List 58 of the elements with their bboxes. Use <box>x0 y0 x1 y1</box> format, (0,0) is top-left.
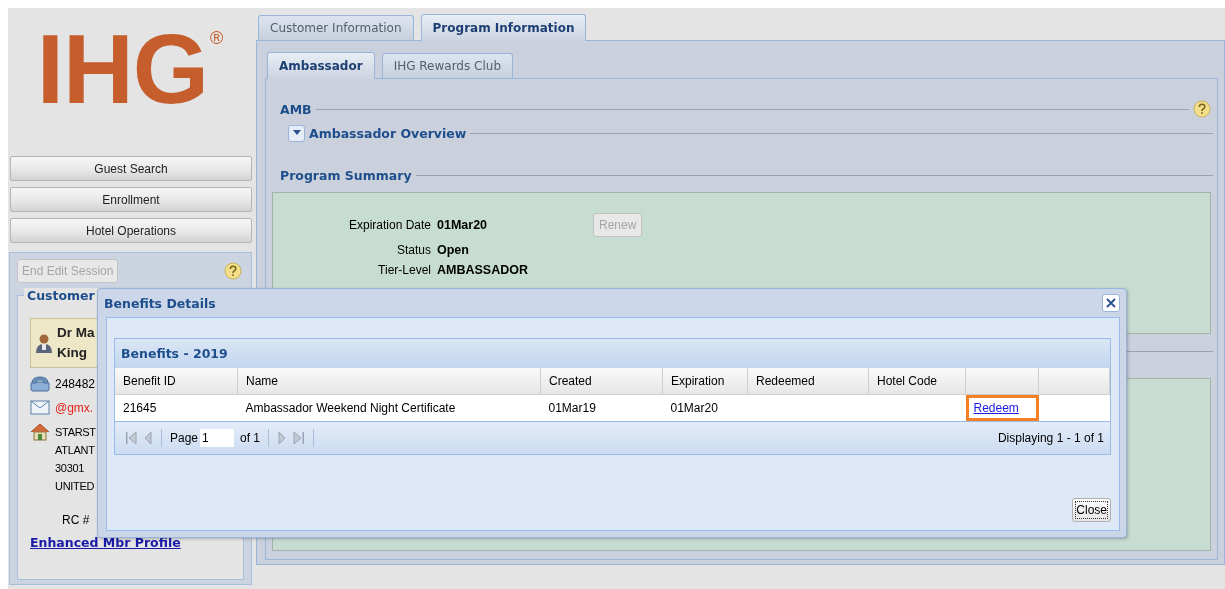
address-line: ATLANT <box>55 443 96 458</box>
close-button[interactable]: Close <box>1072 498 1111 522</box>
person-icon <box>35 333 53 353</box>
redeem-link[interactable]: Redeem <box>973 401 1019 415</box>
tab[interactable]: Program Information <box>420 14 587 41</box>
column-header[interactable]: Benefit ID <box>115 368 238 395</box>
field-value: AMBASSADOR <box>437 263 529 277</box>
section-title: Ambassador Overview <box>309 125 467 141</box>
field-value: Open <box>437 243 470 257</box>
table-cell: 21645 <box>115 394 238 421</box>
field-label: Status <box>395 243 431 257</box>
close-button[interactable] <box>1102 294 1120 312</box>
column-header[interactable]: Created <box>540 368 663 395</box>
nav-button[interactable]: Enrollment <box>10 187 252 212</box>
down-caret-icon <box>292 130 301 136</box>
envelope-icon <box>30 400 50 415</box>
close-icon <box>1106 298 1116 308</box>
logo: IHG <box>36 20 208 118</box>
phone-number: 248482 <box>55 377 96 391</box>
page-count: of 1 <box>240 431 261 445</box>
address-line: 30301 <box>55 461 86 476</box>
page-label: Page <box>170 431 199 445</box>
profile-link[interactable]: Enhanced Mbr Profile <box>30 535 181 550</box>
column-header <box>1038 368 1110 395</box>
tab[interactable]: Customer Information <box>258 15 414 40</box>
email-address: @gmx. <box>55 400 94 415</box>
nav-button[interactable]: Hotel Operations <box>10 218 252 243</box>
column-header[interactable]: Hotel Code <box>868 368 966 395</box>
house-icon <box>30 423 50 441</box>
table-cell: 01Mar20 <box>662 394 748 421</box>
collapse-toggle[interactable] <box>288 124 305 142</box>
sub-tab[interactable]: IHG Rewards Club <box>381 53 513 78</box>
table-cell: Ambassador Weekend Night Certificate <box>237 394 541 421</box>
column-header[interactable]: Name <box>237 368 541 395</box>
field-label: Expiration Date <box>347 218 431 232</box>
rc-label: RC # <box>62 513 91 527</box>
field-label: Tier-Level <box>377 263 431 277</box>
section-title: AMB <box>279 101 312 117</box>
help-icon[interactable] <box>1193 100 1211 118</box>
customer-name: King <box>57 344 88 362</box>
column-header[interactable]: Expiration <box>662 368 748 395</box>
dialog-title: Benefits Details <box>104 295 216 311</box>
page-input[interactable]: 1 <box>200 429 235 447</box>
address-line: UNITED <box>55 479 96 494</box>
display-count: Displaying 1 - 1 of 1 <box>997 431 1104 445</box>
grid-title: Benefits - 2019 <box>115 339 1110 368</box>
sub-tab[interactable]: Ambassador <box>267 52 375 79</box>
field-value: 01Mar20 <box>437 218 489 232</box>
nav-button[interactable]: Guest Search <box>10 156 252 181</box>
help-icon[interactable] <box>224 262 242 280</box>
fieldset-legend: Customer <box>24 288 98 303</box>
phone-icon <box>30 376 50 392</box>
registered-mark: ® <box>210 28 224 49</box>
address-line: STARST <box>55 425 96 440</box>
customer-name: Dr Ma <box>57 324 95 342</box>
table-cell: 01Mar19 <box>540 394 663 421</box>
column-header[interactable]: Redeemed <box>747 368 869 395</box>
section-title: Program Summary <box>279 167 412 183</box>
